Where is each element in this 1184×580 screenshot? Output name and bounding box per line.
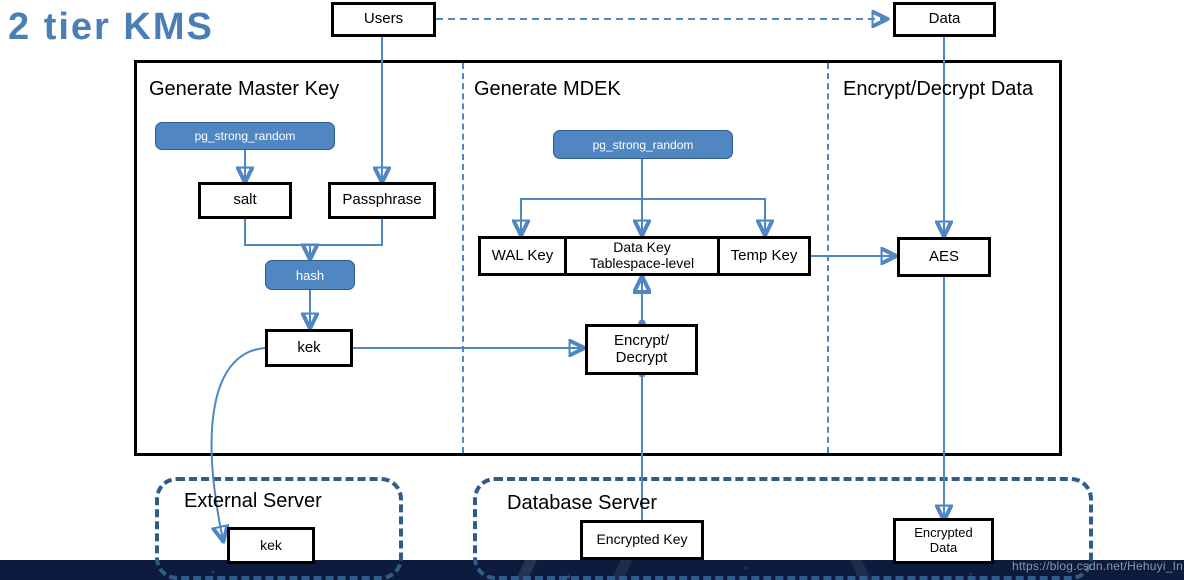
node-data-label: Data — [928, 10, 961, 28]
node-pg-strong-random-mid-label: pg_strong_random — [592, 137, 694, 152]
node-salt-label: salt — [233, 191, 257, 209]
node-data-key-label-line1: Data Key — [613, 239, 671, 256]
external-server-label: External Server — [184, 490, 322, 513]
node-kek[interactable]: kek — [265, 329, 353, 367]
node-aes-label: AES — [928, 247, 959, 265]
node-pg-strong-random-mid[interactable]: pg_strong_random — [553, 130, 733, 159]
watermark: https://blog.csdn.net/Hehuyi_In — [1012, 559, 1183, 573]
wire-salt-passphrase-to-hash — [244, 219, 383, 258]
diagram-canvas: 2 tier KMS Users Data Generate Master Ke… — [0, 0, 1184, 580]
node-pg-strong-random-left-label: pg_strong_random — [194, 129, 296, 143]
node-encrypted-data[interactable]: Encrypted Data — [893, 518, 994, 564]
external-server-label-text: External Server — [184, 490, 322, 512]
node-aes[interactable]: AES — [897, 237, 991, 277]
node-encrypt-decrypt[interactable]: Encrypt/ Decrypt — [585, 324, 698, 375]
column-label-generate-master-key: Generate Master Key — [149, 78, 339, 101]
node-hash[interactable]: hash — [265, 260, 355, 290]
column-label-generate-mdek: Generate MDEK — [474, 78, 621, 101]
node-temp-key[interactable]: Temp Key — [717, 236, 811, 276]
node-wal-key-label: WAL Key — [491, 246, 554, 264]
node-users-label: Users — [363, 10, 404, 28]
node-users[interactable]: Users — [331, 2, 436, 37]
node-pg-strong-random-left[interactable]: pg_strong_random — [155, 122, 335, 150]
node-wal-key[interactable]: WAL Key — [478, 236, 567, 276]
wire-pgrandom-to-keys — [521, 159, 765, 234]
node-encrypted-key[interactable]: Encrypted Key — [580, 520, 704, 560]
column-label-text: Generate MDEK — [474, 78, 621, 100]
node-temp-key-label: Temp Key — [730, 246, 798, 264]
node-data-key-label-line2: Tablespace-level — [589, 255, 695, 271]
database-server-label-text: Database Server — [507, 492, 658, 514]
node-passphrase[interactable]: Passphrase — [328, 182, 436, 219]
node-external-kek-label: kek — [260, 536, 282, 553]
node-encrypted-data-label-line2: Data — [929, 540, 958, 555]
node-passphrase-label: Passphrase — [342, 191, 422, 209]
node-hash-label: hash — [295, 267, 325, 283]
node-data[interactable]: Data — [893, 2, 996, 37]
column-label-text: Generate Master Key — [149, 78, 340, 100]
column-label-text: Encrypt/Decrypt Data — [843, 78, 1034, 100]
node-kek-label: kek — [297, 338, 321, 356]
node-salt[interactable]: salt — [198, 182, 292, 219]
node-data-key[interactable]: Data Key Tablespace-level — [564, 236, 720, 276]
node-encrypted-data-label-line1: Encrypted — [914, 525, 973, 541]
node-encrypted-key-label: Encrypted Key — [596, 531, 688, 548]
node-external-kek[interactable]: kek — [227, 527, 315, 564]
column-label-encrypt-decrypt-data: Encrypt/Decrypt Data — [843, 78, 1033, 101]
node-encrypt-decrypt-label-line2: Decrypt — [615, 348, 668, 366]
node-encrypt-decrypt-label-line1: Encrypt/ — [613, 331, 670, 349]
database-server-label: Database Server — [507, 492, 657, 515]
